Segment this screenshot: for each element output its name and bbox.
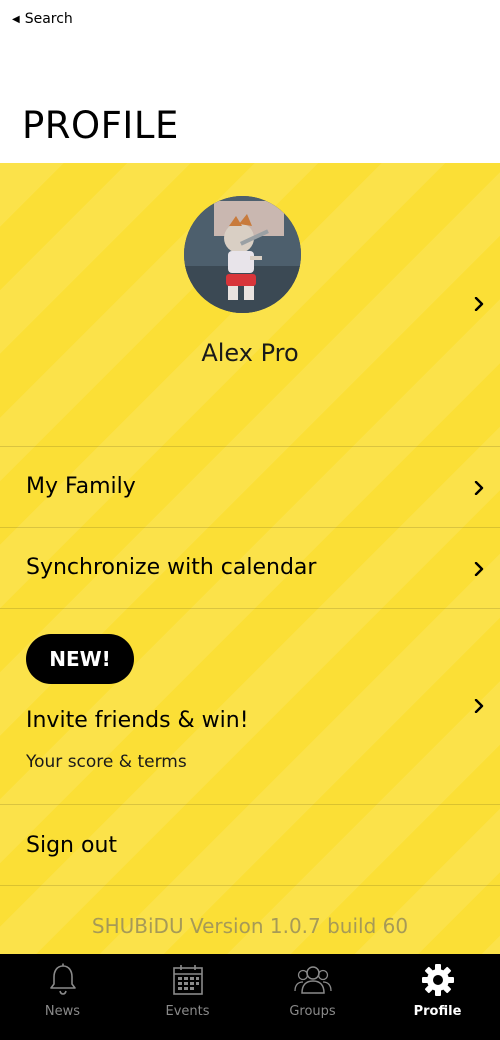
profile-name: Alex Pro (201, 339, 299, 367)
version-text: SHUBiDU Version 1.0.7 build 60 (91, 914, 409, 938)
sign-out-label: Sign out (26, 833, 118, 858)
chevron-right-icon (474, 562, 484, 576)
tab-bar: News Events Groups Profile (0, 954, 500, 1040)
tab-label: Profile (413, 1004, 462, 1019)
sign-out-row[interactable]: Sign out (0, 805, 500, 885)
chevron-right-icon (474, 481, 484, 495)
back-label: Search (24, 11, 73, 27)
divider (0, 885, 500, 886)
people-icon (293, 966, 332, 994)
calendar-icon (172, 965, 203, 995)
avatar (184, 196, 301, 313)
profile-panel: Alex Pro My Family Synchronize with cale… (0, 163, 500, 954)
tab-events[interactable]: Events (125, 954, 250, 1040)
avatar-photo (184, 196, 301, 313)
sync-calendar-row[interactable]: Synchronize with calendar (0, 528, 500, 608)
my-family-row[interactable]: My Family (0, 447, 500, 527)
new-badge: NEW! (26, 634, 134, 684)
tab-groups[interactable]: Groups (250, 954, 375, 1040)
profile-row[interactable]: Alex Pro (0, 163, 500, 446)
tab-profile[interactable]: Profile (375, 954, 500, 1040)
invite-friends-subtitle: Your score & terms (26, 752, 187, 772)
top-header: ◀ Search PROFILE (0, 0, 500, 163)
tab-news[interactable]: News (0, 954, 125, 1040)
chevron-right-icon (474, 699, 484, 713)
my-family-label: My Family (26, 474, 136, 499)
sync-calendar-label: Synchronize with calendar (26, 555, 317, 580)
tab-label: News (44, 1004, 81, 1019)
back-to-search-link[interactable]: ◀ Search (12, 11, 73, 27)
bell-icon (49, 963, 76, 995)
back-arrow-icon: ◀ (12, 13, 20, 25)
gear-icon (421, 964, 454, 996)
page-title: PROFILE (22, 104, 179, 147)
tab-label: Events (165, 1004, 210, 1019)
tab-label: Groups (289, 1004, 336, 1019)
invite-friends-label: Invite friends & win! (26, 708, 249, 733)
chevron-right-icon (474, 297, 484, 311)
